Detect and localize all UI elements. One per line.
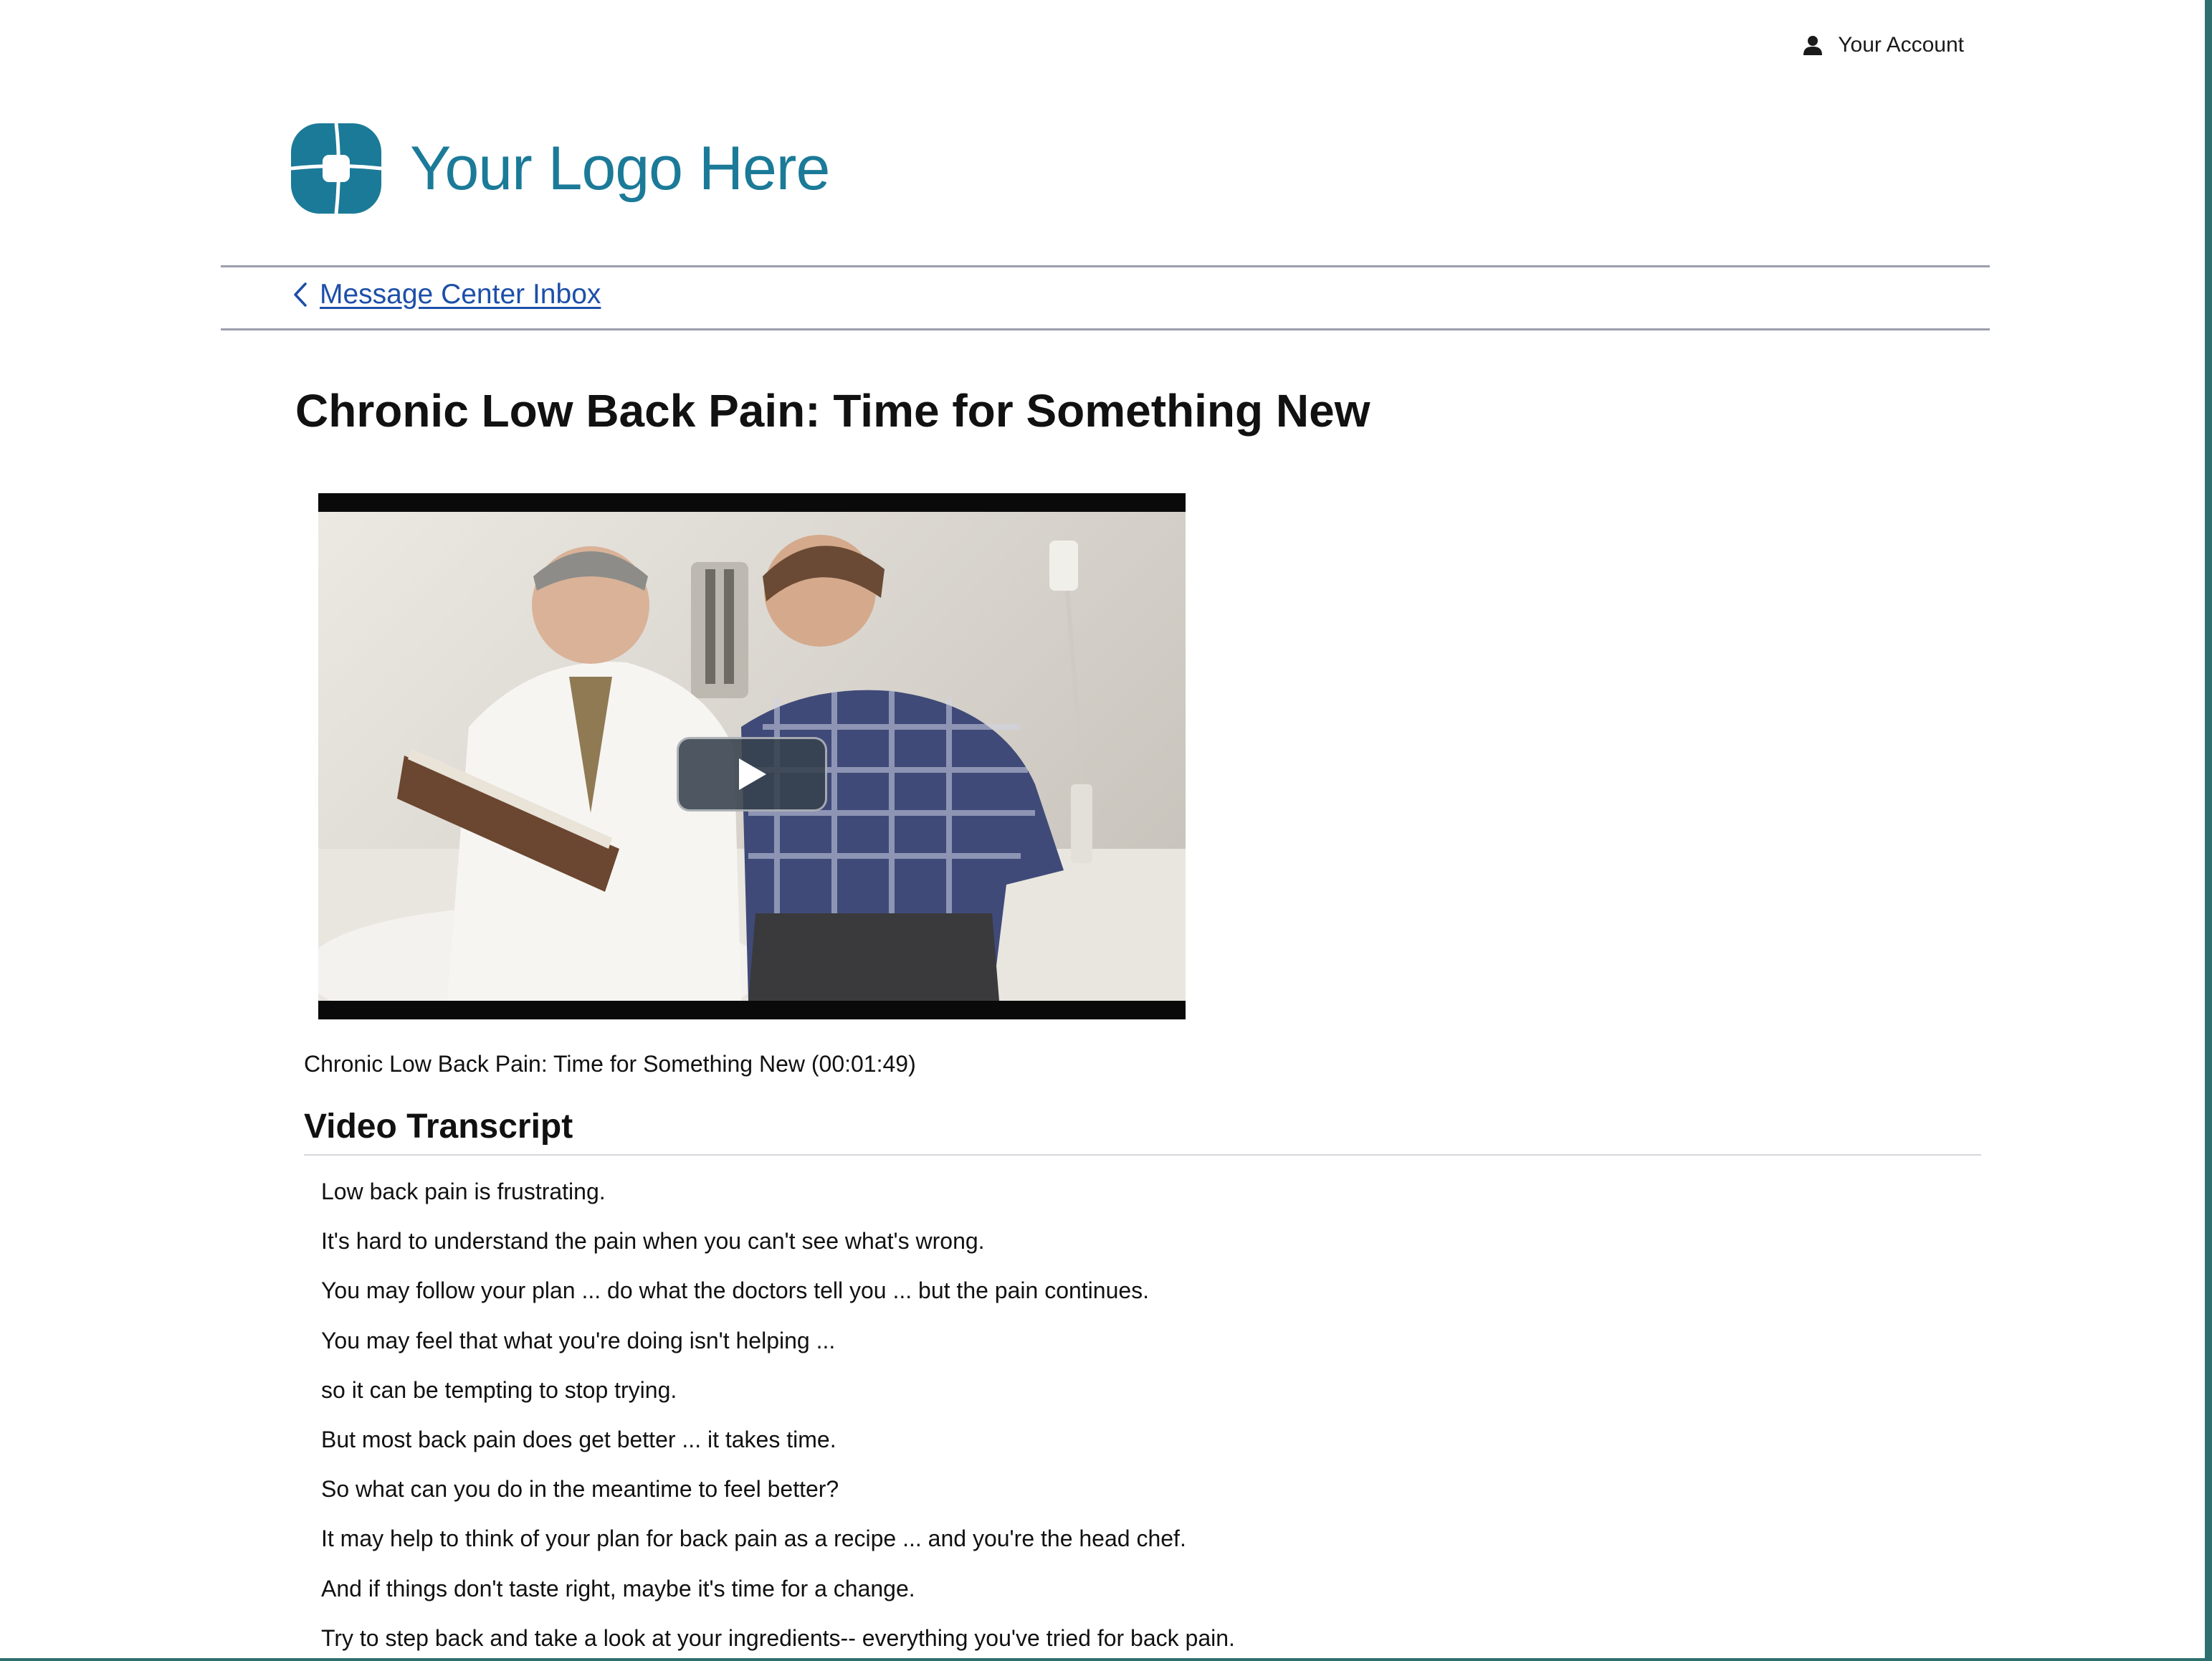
nav-divider-bottom bbox=[221, 328, 1990, 330]
play-button[interactable] bbox=[677, 737, 827, 812]
transcript-line: You may follow your plan ... do what the… bbox=[321, 1277, 1150, 1304]
page: Your Account Your Logo Here Message Cent… bbox=[0, 0, 2205, 1658]
nav-divider-top bbox=[221, 265, 1990, 267]
transcript-list: Low back pain is frustrating. It's hard … bbox=[321, 1167, 1235, 1658]
play-icon bbox=[736, 757, 768, 791]
your-account-label: Your Account bbox=[1838, 33, 1964, 57]
site-logo[interactable]: Your Logo Here bbox=[291, 123, 830, 214]
transcript-line: It may help to think of your plan for ba… bbox=[321, 1526, 1186, 1552]
logo-icon bbox=[291, 123, 381, 214]
transcript-line: Low back pain is frustrating. bbox=[321, 1179, 606, 1204]
transcript-line: You may feel that what you're doing isn'… bbox=[321, 1327, 836, 1353]
back-nav[interactable]: Message Center Inbox bbox=[291, 279, 601, 310]
video-thumbnail[interactable] bbox=[318, 512, 1186, 1001]
your-account-link[interactable]: Your Account bbox=[1802, 33, 1964, 57]
video-caption: Chronic Low Back Pain: Time for Somethin… bbox=[304, 1051, 916, 1077]
logo-text: Your Logo Here bbox=[410, 134, 830, 203]
transcript-line: So what can you do in the meantime to fe… bbox=[321, 1476, 839, 1503]
chevron-left-icon[interactable] bbox=[291, 281, 308, 308]
transcript-heading: Video Transcript bbox=[304, 1108, 573, 1146]
transcript-line: And if things don't taste right, maybe i… bbox=[321, 1575, 915, 1601]
page-title: Chronic Low Back Pain: Time for Somethin… bbox=[295, 385, 1370, 437]
transcript-line: so it can be tempting to stop trying. bbox=[321, 1376, 677, 1403]
transcript-line: But most back pain does get better ... i… bbox=[321, 1427, 836, 1453]
message-center-inbox-link[interactable]: Message Center Inbox bbox=[320, 279, 601, 310]
transcript-line: Try to step back and take a look at your… bbox=[321, 1624, 1235, 1651]
transcript-line: It's hard to understand the pain when yo… bbox=[321, 1228, 985, 1255]
video-player[interactable] bbox=[318, 493, 1186, 1019]
user-icon bbox=[1802, 34, 1824, 56]
transcript-divider bbox=[304, 1154, 1981, 1156]
